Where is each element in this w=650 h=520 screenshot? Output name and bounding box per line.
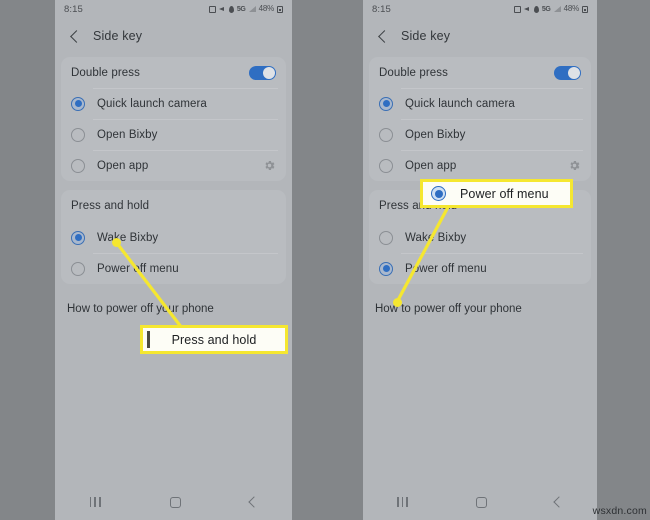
double-press-label: Double press bbox=[379, 66, 448, 79]
nav-bar-right bbox=[363, 484, 597, 520]
battery-percent-label: 48% bbox=[563, 4, 580, 13]
option-label: Power off menu bbox=[405, 262, 487, 275]
status-bar-right: 8:15 5G 48% bbox=[363, 0, 597, 18]
app-bar-right: Side key bbox=[363, 18, 597, 54]
option-open-app[interactable]: Open app bbox=[369, 150, 591, 181]
location-icon bbox=[228, 5, 234, 13]
double-press-card-left: Double press Quick launch camera Open Bi… bbox=[61, 57, 286, 181]
radio-quick-launch-camera[interactable] bbox=[379, 96, 393, 111]
option-quick-launch-camera[interactable]: Quick launch camera bbox=[369, 88, 591, 119]
settings-content-left: Double press Quick launch camera Open Bi… bbox=[55, 54, 292, 319]
recents-icon[interactable] bbox=[397, 497, 408, 507]
status-time: 8:15 bbox=[372, 3, 391, 15]
alarm-icon bbox=[208, 5, 216, 13]
option-label: Quick launch camera bbox=[405, 97, 515, 110]
network-type-label: 5G bbox=[236, 5, 246, 13]
page-title: Side key bbox=[93, 29, 143, 43]
radio-open-app[interactable] bbox=[379, 158, 393, 173]
press-and-hold-header-row: Press and hold bbox=[61, 190, 286, 222]
option-label: Quick launch camera bbox=[97, 97, 207, 110]
toggle-knob bbox=[263, 66, 275, 79]
option-power-off-menu[interactable]: Power off menu bbox=[61, 253, 286, 284]
battery-percent-label: 48% bbox=[258, 4, 275, 13]
back-icon[interactable] bbox=[553, 496, 565, 508]
option-label: Wake Bixby bbox=[405, 231, 467, 244]
gear-icon[interactable] bbox=[568, 159, 581, 172]
radio-open-bixby[interactable] bbox=[71, 127, 85, 142]
option-label: Open app bbox=[405, 159, 457, 172]
option-open-app[interactable]: Open app bbox=[61, 150, 286, 181]
option-wake-bixby[interactable]: Wake Bixby bbox=[369, 222, 591, 253]
press-and-hold-card-left: Press and hold Wake Bixby Power off menu bbox=[61, 190, 286, 284]
status-icon-group: 5G 48% bbox=[513, 4, 588, 13]
back-chevron-icon[interactable] bbox=[378, 29, 391, 43]
back-chevron-icon[interactable] bbox=[70, 29, 83, 43]
double-press-label: Double press bbox=[71, 66, 140, 79]
mute-icon bbox=[523, 6, 531, 13]
gear-icon[interactable] bbox=[263, 159, 276, 172]
option-open-bixby[interactable]: Open Bixby bbox=[61, 119, 286, 150]
app-bar-left: Side key bbox=[55, 18, 292, 54]
double-press-card-right: Double press Quick launch camera Open Bi… bbox=[369, 57, 591, 181]
radio-wake-bixby[interactable] bbox=[379, 230, 393, 245]
option-label: Open Bixby bbox=[97, 128, 158, 141]
watermark: wsxdn.com bbox=[592, 505, 647, 517]
option-label: Open app bbox=[97, 159, 149, 172]
option-wake-bixby[interactable]: Wake Bixby bbox=[61, 222, 286, 253]
mute-icon bbox=[218, 6, 226, 13]
page-title: Side key bbox=[401, 29, 451, 43]
press-and-hold-card-right: Press and hold Wake Bixby Power off menu bbox=[369, 190, 591, 284]
option-label: Power off menu bbox=[97, 262, 179, 275]
settings-content-right: Double press Quick launch camera Open Bi… bbox=[363, 54, 597, 319]
press-and-hold-header-row: Press and hold bbox=[369, 190, 591, 222]
option-label: Open Bixby bbox=[405, 128, 466, 141]
phone-screenshot-right: 8:15 5G 48% Side key Double press Quick … bbox=[363, 0, 597, 520]
screenshot-stage: 8:15 5G 48% Side key Double press Quick … bbox=[0, 0, 650, 520]
double-press-header-row: Double press bbox=[61, 57, 286, 88]
signal-icon bbox=[248, 6, 256, 12]
double-press-header-row: Double press bbox=[369, 57, 591, 88]
home-icon[interactable] bbox=[476, 496, 487, 508]
network-type-label: 5G bbox=[541, 5, 551, 13]
phone-screenshot-left: 8:15 5G 48% Side key Double press Quick … bbox=[55, 0, 292, 520]
battery-icon bbox=[277, 5, 283, 13]
press-and-hold-label: Press and hold bbox=[71, 200, 150, 212]
recents-icon[interactable] bbox=[89, 497, 101, 507]
radio-wake-bixby[interactable] bbox=[71, 230, 85, 245]
status-icon-group: 5G 48% bbox=[208, 4, 283, 13]
back-icon[interactable] bbox=[247, 496, 260, 508]
option-label: Wake Bixby bbox=[97, 231, 159, 244]
press-and-hold-label: Press and hold bbox=[379, 200, 458, 212]
how-to-power-off-link[interactable]: How to power off your phone bbox=[363, 293, 597, 319]
battery-icon bbox=[582, 5, 588, 13]
radio-open-bixby[interactable] bbox=[379, 127, 393, 142]
option-quick-launch-camera[interactable]: Quick launch camera bbox=[61, 88, 286, 119]
nav-bar-left bbox=[55, 484, 292, 520]
location-icon bbox=[533, 5, 539, 13]
signal-icon bbox=[553, 6, 561, 12]
status-time: 8:15 bbox=[64, 3, 83, 15]
radio-power-off-menu[interactable] bbox=[71, 261, 85, 276]
double-press-toggle[interactable] bbox=[554, 65, 581, 80]
double-press-toggle[interactable] bbox=[249, 65, 276, 80]
toggle-knob bbox=[568, 66, 580, 79]
option-open-bixby[interactable]: Open Bixby bbox=[369, 119, 591, 150]
status-bar-left: 8:15 5G 48% bbox=[55, 0, 292, 18]
how-to-power-off-link[interactable]: How to power off your phone bbox=[55, 293, 292, 319]
radio-power-off-menu[interactable] bbox=[379, 261, 393, 276]
radio-quick-launch-camera[interactable] bbox=[71, 96, 85, 111]
option-power-off-menu[interactable]: Power off menu bbox=[369, 253, 591, 284]
alarm-icon bbox=[513, 5, 521, 13]
home-icon[interactable] bbox=[169, 496, 181, 508]
radio-open-app[interactable] bbox=[71, 158, 85, 173]
